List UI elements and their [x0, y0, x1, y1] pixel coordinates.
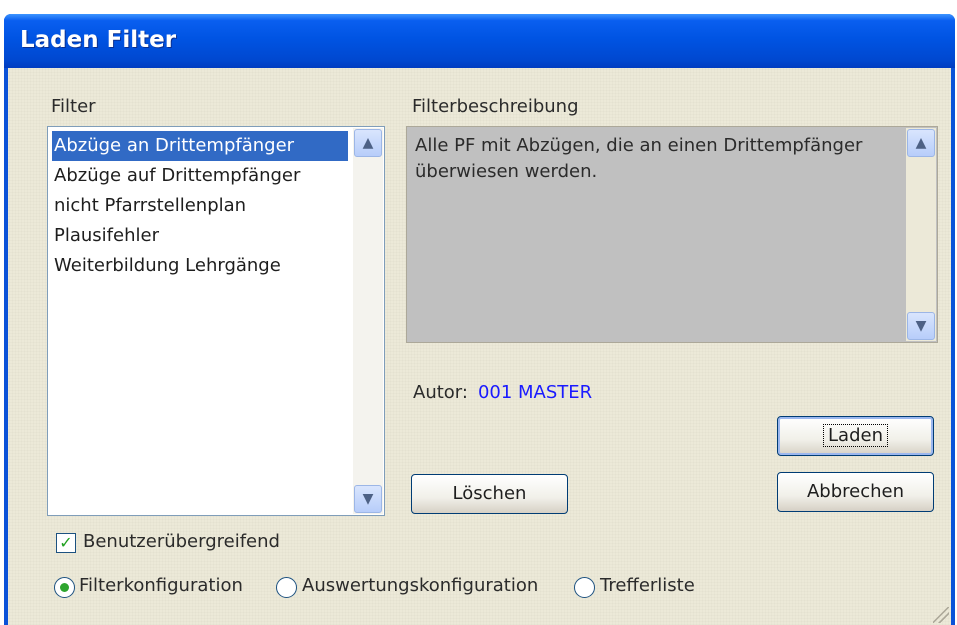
load-button[interactable]: Laden: [777, 416, 934, 456]
radio-hit-list-label[interactable]: Trefferliste: [600, 575, 695, 596]
author-value: 001 MASTER: [477, 382, 593, 403]
list-item[interactable]: Abzüge an Drittempfänger: [52, 131, 348, 161]
description-label: Filterbeschreibung: [412, 96, 579, 117]
description-box[interactable]: Alle PF mit Abzügen, die an einen Dritte…: [406, 126, 938, 343]
chevron-up-icon[interactable]: ▲: [907, 129, 935, 157]
description-scrollbar[interactable]: ▲ ▼: [906, 128, 936, 341]
radio-evaluation-config[interactable]: [276, 577, 297, 598]
check-icon[interactable]: ✓: [56, 533, 76, 553]
radio-evaluation-config-label[interactable]: Auswertungskonfiguration: [302, 575, 538, 596]
author-label: Autor:: [413, 382, 468, 403]
dialog-client: Filter Abzüge an Drittempfänger Abzüge a…: [8, 68, 951, 625]
author-info: Autor: 001 MASTER: [413, 382, 592, 403]
dialog-window: Laden Filter Filter Abzüge an Drittempfä…: [4, 14, 955, 625]
filter-list[interactable]: Abzüge an Drittempfänger Abzüge auf Drit…: [47, 126, 385, 516]
window-title: Laden Filter: [20, 27, 177, 53]
chevron-up-icon[interactable]: ▲: [354, 129, 382, 157]
delete-button[interactable]: Löschen: [411, 474, 568, 514]
cross-user-label[interactable]: Benutzerübergreifend: [83, 531, 280, 552]
title-bar[interactable]: Laden Filter: [4, 14, 955, 68]
chevron-down-icon[interactable]: ▼: [354, 485, 382, 513]
list-item[interactable]: nicht Pfarrstellenplan: [52, 191, 348, 221]
chevron-down-icon[interactable]: ▼: [907, 312, 935, 340]
radio-filter-config-label[interactable]: Filterkonfiguration: [79, 575, 243, 596]
resize-grip[interactable]: [933, 607, 949, 623]
filter-list-scrollbar[interactable]: ▲ ▼: [353, 128, 383, 514]
filter-label: Filter: [51, 96, 96, 117]
list-item[interactable]: Plausifehler: [52, 221, 348, 251]
radio-hit-list[interactable]: [574, 577, 595, 598]
list-item[interactable]: Abzüge auf Drittempfänger: [52, 161, 348, 191]
radio-filter-config[interactable]: [54, 577, 75, 598]
list-item[interactable]: Weiterbildung Lehrgänge: [52, 251, 348, 281]
cancel-button[interactable]: Abbrechen: [777, 472, 934, 512]
description-text: Alle PF mit Abzügen, die an einen Dritte…: [415, 135, 863, 182]
